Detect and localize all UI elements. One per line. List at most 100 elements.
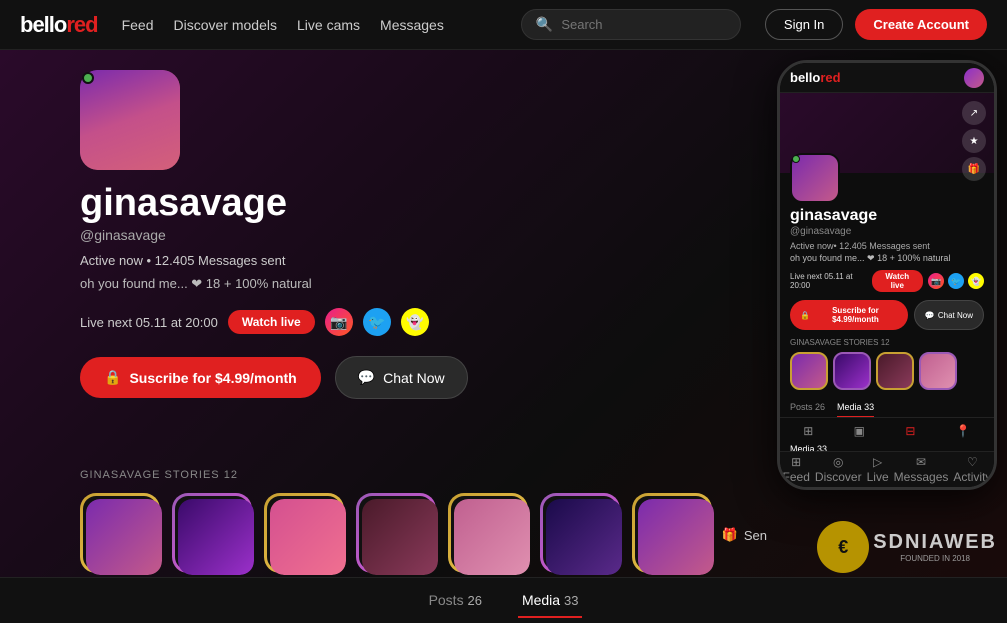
- watermark-symbol: €: [817, 521, 869, 573]
- stories-row: [80, 493, 927, 573]
- phone-feed-icon: ⊞: [791, 455, 801, 469]
- phone-story-2[interactable]: [833, 352, 871, 390]
- phone-nav-feed[interactable]: ⊞ Feed: [783, 455, 810, 484]
- logo-bello: bello: [20, 12, 66, 37]
- avatar: [80, 70, 180, 170]
- navbar: bellored Feed Discover models Live cams …: [0, 0, 1007, 50]
- search-input[interactable]: [561, 17, 726, 32]
- watermark-sub: FOUNDED IN 2018: [873, 554, 997, 563]
- phone-handle: @ginasavage: [790, 226, 984, 237]
- phone-tab-media[interactable]: Media 33: [837, 398, 874, 417]
- nav-live-cams[interactable]: Live cams: [297, 17, 360, 33]
- phone-online-dot: [792, 155, 800, 163]
- phone-active-status: Active now• 12.405 Messages sent: [790, 241, 984, 251]
- phone-media-icons: ⊞ ▣ ⊟ 📍: [780, 424, 994, 438]
- phone-bottom-nav: ⊞ Feed ◎ Discover ▷ Live ✉ Messages ♡: [780, 451, 994, 487]
- phone-nav-activity[interactable]: ♡ Activity: [953, 455, 991, 484]
- story-2[interactable]: [172, 493, 252, 573]
- avatar-container: [80, 70, 180, 170]
- live-schedule-text: Live next 05.11 at 20:00: [80, 315, 218, 330]
- phone-grid-icon[interactable]: ⊞: [803, 424, 813, 438]
- story-4[interactable]: [356, 493, 436, 573]
- phone-social-icons: 📷 🐦 👻: [928, 273, 984, 289]
- phone-live-text: Live next 05.11 at 20:00: [790, 272, 867, 290]
- logo: bellored: [20, 12, 98, 38]
- profile-bio: oh you found me... ❤ 18 + 100% natural: [80, 276, 468, 292]
- phone-nav-avatar: [964, 68, 984, 88]
- twitter-icon[interactable]: 🐦: [363, 308, 391, 336]
- nav-messages[interactable]: Messages: [380, 17, 444, 33]
- story-7[interactable]: [632, 493, 712, 573]
- chat-icon: 💬: [358, 369, 375, 386]
- phone-bio: oh you found me... ❤ 18 + 100% natural: [790, 253, 984, 264]
- phone-video-icon[interactable]: ▣: [854, 424, 865, 438]
- story-6[interactable]: [540, 493, 620, 573]
- profile-handle: @ginasavage: [80, 227, 468, 243]
- story-1[interactable]: [80, 493, 160, 573]
- profile-section: ginasavage @ginasavage Active now • 12.4…: [80, 70, 468, 419]
- phone-chat-icon: 💬: [925, 311, 935, 320]
- phone-story-1[interactable]: [790, 352, 828, 390]
- phone-nav-messages[interactable]: ✉ Messages: [894, 455, 949, 484]
- story-5[interactable]: [448, 493, 528, 573]
- phone-subscribe-button[interactable]: 🔒 Suscribe for $4.99/month: [790, 300, 908, 330]
- phone-activity-icon: ♡: [967, 455, 978, 469]
- snapchat-icon[interactable]: 👻: [401, 308, 429, 336]
- tab-posts[interactable]: Posts 26: [425, 584, 486, 618]
- signin-button[interactable]: Sign In: [765, 9, 843, 40]
- phone-instagram-icon[interactable]: 📷: [928, 273, 944, 289]
- phone-mockup: bellored ↗ ★ 🎁 ginasavage @ginasavage: [777, 60, 997, 490]
- phone-live-row: Live next 05.11 at 20:00 Watch live 📷 🐦 …: [790, 270, 984, 292]
- phone-messages-icon: ✉: [916, 455, 926, 469]
- phone-screen: bellored ↗ ★ 🎁 ginasavage @ginasavage: [780, 63, 994, 487]
- live-row: Live next 05.11 at 20:00 Watch live 📷 🐦 …: [80, 308, 468, 336]
- phone-tab-posts[interactable]: Posts 26: [790, 398, 825, 417]
- phone-username: ginasavage: [790, 207, 984, 225]
- phone-star-icon[interactable]: ★: [962, 129, 986, 153]
- phone-tabs: Posts 26 Media 33: [780, 398, 994, 418]
- online-indicator: [82, 72, 94, 84]
- phone-snapchat-icon[interactable]: 👻: [968, 273, 984, 289]
- nav-actions: Sign In Create Account: [765, 9, 987, 40]
- phone-stories-label: GINASAVAGE STORIES 12: [780, 338, 994, 347]
- nav-discover-models[interactable]: Discover models: [174, 17, 277, 33]
- main-content: ginasavage @ginasavage Active now • 12.4…: [0, 50, 1007, 623]
- phone-stories: [780, 352, 994, 390]
- subscribe-button[interactable]: 🔒 Suscribe for $4.99/month: [80, 357, 321, 398]
- phone-watch-live-button[interactable]: Watch live: [872, 270, 923, 292]
- phone-action-btns: 🔒 Suscribe for $4.99/month 💬 Chat Now: [780, 300, 994, 330]
- tab-media[interactable]: Media 33: [518, 584, 583, 618]
- tabs-bar: Posts 26 Media 33: [0, 577, 1007, 623]
- phone-nav-live[interactable]: ▷ Live: [867, 455, 889, 484]
- phone-chat-button[interactable]: 💬 Chat Now: [914, 300, 984, 330]
- phone-logo: bellored: [790, 70, 841, 85]
- phone-navbar: bellored: [780, 63, 994, 93]
- story-3[interactable]: [264, 493, 344, 573]
- phone-live-icon: ▷: [873, 455, 882, 469]
- phone-profile: ginasavage @ginasavage Active now• 12.40…: [780, 153, 994, 292]
- watermark: € SDNIAWEB FOUNDED IN 2018: [817, 521, 997, 573]
- nav-feed[interactable]: Feed: [122, 17, 154, 33]
- phone-image-icon[interactable]: ⊟: [905, 424, 915, 438]
- profile-username: ginasavage: [80, 182, 468, 225]
- phone-twitter-icon[interactable]: 🐦: [948, 273, 964, 289]
- instagram-icon[interactable]: 📷: [325, 308, 353, 336]
- nav-links: Feed Discover models Live cams Messages: [122, 17, 444, 33]
- lock-icon: 🔒: [104, 369, 121, 386]
- chat-button[interactable]: 💬 Chat Now: [335, 356, 468, 399]
- action-buttons: 🔒 Suscribe for $4.99/month 💬 Chat Now: [80, 356, 468, 399]
- create-account-button[interactable]: Create Account: [855, 9, 987, 40]
- phone-nav-discover[interactable]: ◎ Discover: [815, 455, 862, 484]
- search-icon: 🔍: [536, 16, 553, 33]
- phone-lock-icon: 🔒: [800, 311, 810, 320]
- logo-red: red: [66, 12, 97, 37]
- phone-discover-icon: ◎: [833, 455, 843, 469]
- phone-avatar: [790, 153, 840, 203]
- phone-share-icon[interactable]: ↗: [962, 101, 986, 125]
- watch-live-button[interactable]: Watch live: [228, 310, 315, 334]
- watermark-text: SDNIAWEB: [873, 531, 997, 554]
- active-status: Active now • 12.405 Messages sent: [80, 253, 468, 268]
- phone-location-icon[interactable]: 📍: [956, 424, 971, 438]
- phone-story-3[interactable]: [876, 352, 914, 390]
- phone-story-4[interactable]: [919, 352, 957, 390]
